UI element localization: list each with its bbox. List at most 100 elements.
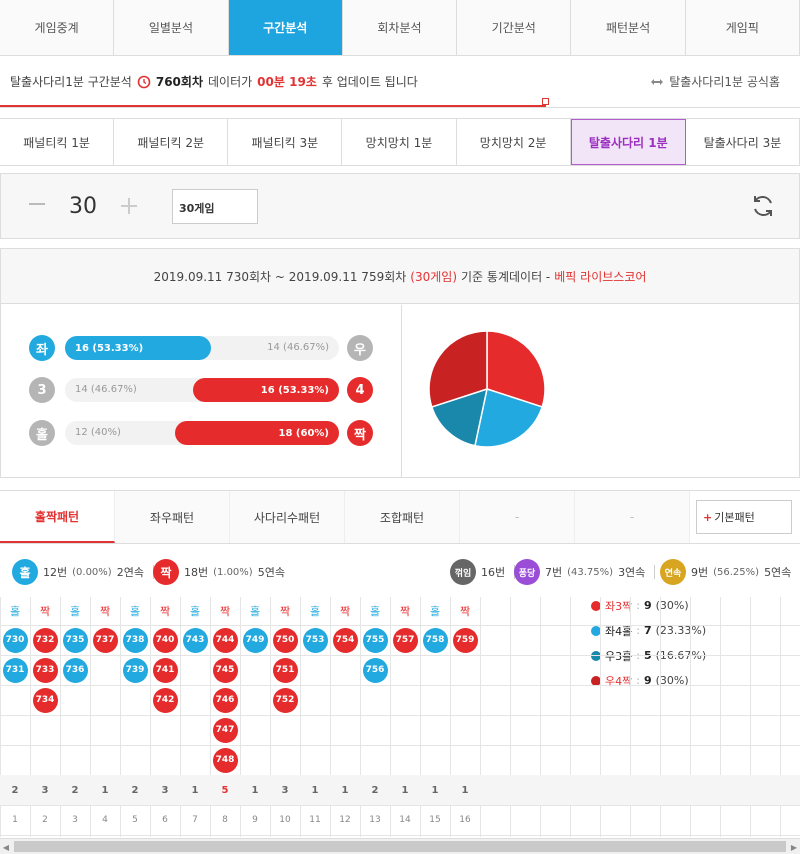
grid-cell: [60, 745, 90, 775]
pattern-tab-3[interactable]: 사다리수패턴: [230, 491, 345, 543]
tab-7[interactable]: 게임픽: [685, 0, 800, 55]
grid-cell: [450, 715, 480, 745]
game-count-select[interactable]: 30게임: [172, 189, 258, 224]
game-tab-5[interactable]: 망치망치 2분: [456, 119, 571, 165]
grid-cell: [300, 745, 330, 775]
grid-cell: 734: [30, 685, 60, 715]
round-ball: 735: [62, 627, 88, 653]
stat-left-badge: 홀: [29, 420, 55, 446]
game-tab-7[interactable]: 탈출사다리 3분: [685, 119, 800, 165]
column-index: 7: [192, 815, 198, 825]
even-badge: 짝: [153, 559, 179, 585]
scroll-right-arrow-icon[interactable]: ▶: [788, 841, 800, 853]
tab-5[interactable]: 기간분석: [457, 0, 572, 55]
column-count: 3: [150, 775, 180, 805]
round-ball: 756: [362, 657, 388, 683]
panel-divider: [401, 305, 402, 478]
round-ball: 758: [422, 627, 448, 653]
break-summary: 꺾임 16번: [450, 559, 519, 585]
column-index: 16: [459, 815, 471, 825]
game-tab-4[interactable]: 망치망치 1분: [342, 119, 457, 165]
grid-cell: [360, 745, 390, 775]
tab-2[interactable]: 일별분석: [114, 0, 229, 55]
round-ball: 742: [152, 687, 178, 713]
round-ball: 738: [122, 627, 148, 653]
column-index: 2: [42, 815, 48, 825]
refresh-icon[interactable]: [749, 192, 777, 220]
tab-4[interactable]: 회차분석: [342, 0, 458, 55]
round-ball: 759: [452, 627, 478, 653]
pattern-tab-4[interactable]: 조합패턴: [345, 491, 460, 543]
tab-1[interactable]: 게임중계: [0, 0, 115, 55]
column-head: 홀: [249, 605, 261, 618]
legend-item: 좌4홀:7 (23.33%): [591, 618, 706, 643]
round-ball: 734: [32, 687, 58, 713]
column-head: 홀: [129, 605, 141, 618]
streak-badge: 연속: [660, 559, 686, 585]
update-info-bar: 탈출사다리1분 구간분석 760회차 데이터가 00분 19초 후 업데이트 됩…: [0, 56, 800, 108]
pattern-tab-1[interactable]: 홀짝패턴: [0, 491, 115, 543]
pattern-column: 홀 738 739 2 5: [120, 597, 150, 835]
pattern-tab-2[interactable]: 좌우패턴: [115, 491, 230, 543]
column-head: 짝: [39, 605, 51, 618]
tab-6[interactable]: 패턴분석: [571, 0, 686, 55]
round-ball: 737: [92, 627, 118, 653]
progress-marker: [542, 98, 549, 105]
grid-cell: [90, 745, 120, 775]
scrollbar-thumb[interactable]: [14, 841, 786, 852]
pattern-column: 짝 732 733 734 3 2: [30, 597, 60, 835]
round-ball: 755: [362, 627, 388, 653]
grid-cell: [420, 745, 450, 775]
update-info-text: 탈출사다리1분 구간분석 760회차 데이터가 00분 19초 후 업데이트 됩…: [10, 73, 418, 90]
column-index: 4: [102, 815, 108, 825]
scroll-left-arrow-icon[interactable]: ◀: [0, 841, 12, 853]
game-tab-2[interactable]: 패널티킥 2분: [114, 119, 229, 165]
pattern-column: 짝 750 751 752 3 10: [270, 597, 300, 835]
column-head: 짝: [99, 605, 111, 618]
round-ball: 746: [212, 687, 238, 713]
grid-cell: [150, 715, 180, 745]
grid-cell: 738: [120, 625, 150, 655]
grid-cell: 730: [0, 625, 30, 655]
pattern-column: 짝 757 1 14: [390, 597, 420, 835]
grid-cell: 751: [270, 655, 300, 685]
round-ball: 741: [152, 657, 178, 683]
statistics-header: 2019.09.11 730회차 ~ 2019.09.11 759회차 (30게…: [1, 249, 799, 304]
stat-right-badge: 우: [347, 335, 373, 361]
round-ball: 744: [212, 627, 238, 653]
game-tab-6[interactable]: 탈출사다리 1분: [570, 119, 686, 165]
grid-cell: 743: [180, 625, 210, 655]
round-ball: 757: [392, 627, 418, 653]
column-index: 9: [252, 815, 258, 825]
grid-cell: 733: [30, 655, 60, 685]
game-tab-3[interactable]: 패널티킥 3분: [228, 119, 343, 165]
round-ball: 731: [2, 657, 28, 683]
grid-cell: 755: [360, 625, 390, 655]
game-tab-1[interactable]: 패널티킥 1분: [0, 119, 115, 165]
column-head: 짝: [339, 605, 351, 618]
plus-icon[interactable]: [119, 196, 139, 216]
grid-cell: [30, 715, 60, 745]
pattern-column: 짝 759 1 16: [450, 597, 480, 835]
horizontal-scrollbar[interactable]: ◀ ▶: [0, 838, 800, 854]
stat-right-badge: 짝: [347, 420, 373, 446]
stat-bar-other: 14 (46.67%): [75, 384, 137, 395]
column-count: 1: [330, 775, 360, 805]
tab-3[interactable]: 구간분석: [228, 0, 343, 55]
pattern-column: 홀 753 1 11: [300, 597, 330, 835]
grid-cell: 747: [210, 715, 240, 745]
minus-icon[interactable]: [27, 194, 47, 214]
column-count: 3: [30, 775, 60, 805]
grid-cell: [120, 715, 150, 745]
grid-cell: 744: [210, 625, 240, 655]
basic-pattern-button[interactable]: + 기본패턴: [696, 500, 792, 534]
official-home-link[interactable]: 탈출사다리1분 공식홈: [650, 73, 780, 90]
round-ball: 753: [302, 627, 328, 653]
grid-cell: 759: [450, 625, 480, 655]
info-round: 760회차: [155, 75, 203, 89]
grid-cell: 756: [360, 655, 390, 685]
round-ball: 749: [242, 627, 268, 653]
stat-bar-fill: 16 (53.33%): [192, 378, 339, 402]
round-ball: 743: [182, 627, 208, 653]
streak-summary: 연속 9번 (56.25%) 5연속: [660, 559, 791, 585]
